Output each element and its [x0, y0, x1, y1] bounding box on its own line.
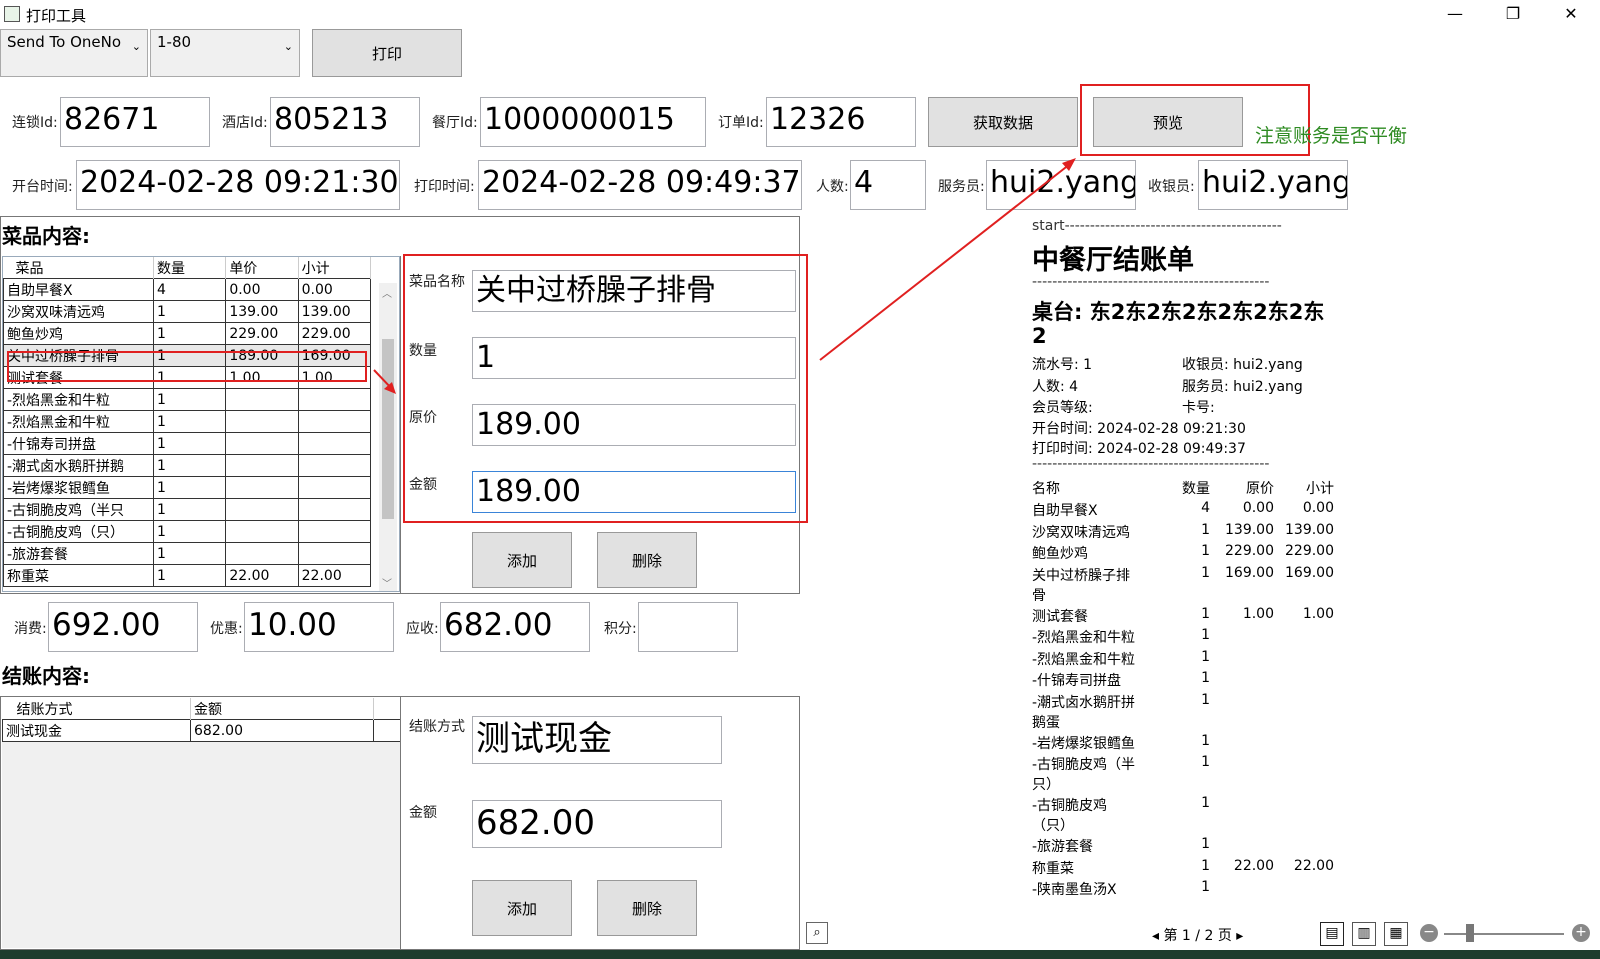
preview-item-qty: 1 — [1201, 564, 1210, 581]
preview-item-name: 关中过桥臊子排 — [1032, 567, 1130, 584]
page-indicator: ◂ 第 1 / 2 页 ▸ — [1152, 925, 1243, 945]
preview-item-sub: 139.00 — [1285, 521, 1334, 538]
preview-item-sub: 169.00 — [1285, 564, 1334, 581]
preview-item-price: 169.00 — [1225, 564, 1274, 581]
preview-table-line1: 桌台: 东2东2东2东2东2东2东 — [1032, 300, 1325, 324]
preview-item-qty: 1 — [1201, 879, 1210, 895]
preview-item-name: -古铜脆皮鸡（半 — [1032, 757, 1136, 773]
preview-item-sub: 22.00 — [1293, 857, 1334, 874]
preview-col-price: 原价 — [1246, 481, 1274, 497]
preview-item-name: -岩烤爆浆银鳕鱼 — [1032, 735, 1136, 752]
preview-item-sub: 0.00 — [1302, 500, 1334, 516]
zoom-slider[interactable] — [1444, 933, 1564, 935]
preview-item-name: 称重菜 — [1032, 860, 1074, 877]
preview-item-sub: 1.00 — [1302, 605, 1334, 622]
preview-item-price: 1.00 — [1242, 605, 1274, 622]
zoom-in-icon[interactable]: + — [1572, 924, 1590, 942]
page-text: 第 1 / 2 页 — [1163, 928, 1232, 944]
preview-card: 卡号: — [1182, 400, 1215, 416]
preview-table-line2: 2 — [1032, 324, 1047, 348]
prev-page-icon[interactable]: ◂ — [1152, 928, 1159, 944]
preview-col-sub: 小计 — [1306, 481, 1334, 497]
preview-item-name2: （只） — [1032, 818, 1074, 834]
multi-page-icon[interactable]: ▦ — [1384, 922, 1408, 946]
preview-item-qty: 1 — [1201, 543, 1210, 559]
preview-item-name: 沙窝双味清远鸡 — [1032, 524, 1130, 541]
preview-item-qty: 1 — [1201, 732, 1210, 749]
preview-item-qty: 1 — [1201, 857, 1210, 874]
preview-item-sub: 229.00 — [1285, 543, 1334, 559]
preview-item-name: -烈焰黑金和牛粒 — [1032, 651, 1136, 668]
preview-serial: 流水号: 1 — [1032, 357, 1093, 373]
preview-item-name: -古铜脆皮鸡 — [1032, 798, 1108, 814]
preview-item-name: -陕南墨鱼汤X — [1032, 882, 1117, 898]
preview-item-price: 229.00 — [1225, 543, 1274, 559]
next-page-icon[interactable]: ▸ — [1236, 928, 1243, 944]
preview-item-qty: 1 — [1201, 754, 1210, 770]
preview-open-time: 开台时间: 2024-02-28 09:21:30 — [1032, 421, 1246, 437]
preview-cashier: 收银员: hui2.yang — [1182, 357, 1303, 373]
preview-item-name2: 鹅蛋 — [1032, 714, 1060, 731]
preview-item-name2: 只） — [1032, 777, 1060, 793]
preview-start-line: start-----------------------------------… — [1032, 218, 1282, 234]
zoom-slider-thumb[interactable] — [1466, 924, 1474, 942]
preview-people: 人数: 4 — [1032, 379, 1079, 395]
preview-item-qty: 1 — [1201, 521, 1210, 538]
preview-item-qty: 1 — [1201, 648, 1210, 665]
search-icon[interactable]: ⌕ — [806, 922, 828, 944]
annotation-arrows — [373, 158, 1076, 394]
preview-item-qty: 1 — [1201, 795, 1210, 811]
preview-item-qty: 1 — [1201, 691, 1210, 708]
preview-item-price: 22.00 — [1233, 857, 1274, 874]
preview-item-name: -烈焰黑金和牛粒 — [1032, 630, 1136, 646]
preview-item-name: 鲍鱼炒鸡 — [1032, 546, 1088, 562]
preview-item-name2: 骨 — [1032, 587, 1046, 604]
preview-item-qty: 1 — [1201, 670, 1210, 686]
preview-item-name: -潮式卤水鹅肝拼 — [1032, 694, 1136, 711]
preview-member: 会员等级: — [1032, 400, 1093, 416]
single-page-icon[interactable]: ▤ — [1320, 922, 1344, 946]
preview-separator: ----------------------------------------… — [1032, 274, 1270, 290]
zoom-out-icon[interactable]: − — [1420, 924, 1438, 942]
preview-item-name: 自助早餐X — [1032, 503, 1098, 519]
preview-item-qty: 1 — [1201, 605, 1210, 622]
preview-item-qty: 1 — [1201, 836, 1210, 852]
preview-title: 中餐厅结账单 — [1032, 245, 1194, 276]
preview-item-name: -什锦寿司拼盘 — [1032, 673, 1122, 689]
preview-separator: ----------------------------------------… — [1032, 456, 1270, 472]
preview-waiter: 服务员: hui2.yang — [1182, 379, 1303, 395]
preview-item-qty: 1 — [1201, 627, 1210, 643]
preview-item-qty: 4 — [1201, 500, 1210, 516]
preview-item-price: 0.00 — [1242, 500, 1274, 516]
preview-item-name: 测试套餐 — [1032, 608, 1088, 625]
preview-col-qty: 数量 — [1182, 481, 1210, 497]
preview-print-time: 打印时间: 2024-02-28 09:49:37 — [1032, 441, 1246, 457]
preview-item-price: 139.00 — [1225, 521, 1274, 538]
two-page-icon[interactable]: ▥ — [1352, 922, 1376, 946]
taskbar — [0, 950, 1600, 959]
preview-col-name: 名称 — [1032, 481, 1060, 497]
preview-item-name: -旅游套餐 — [1032, 839, 1094, 855]
